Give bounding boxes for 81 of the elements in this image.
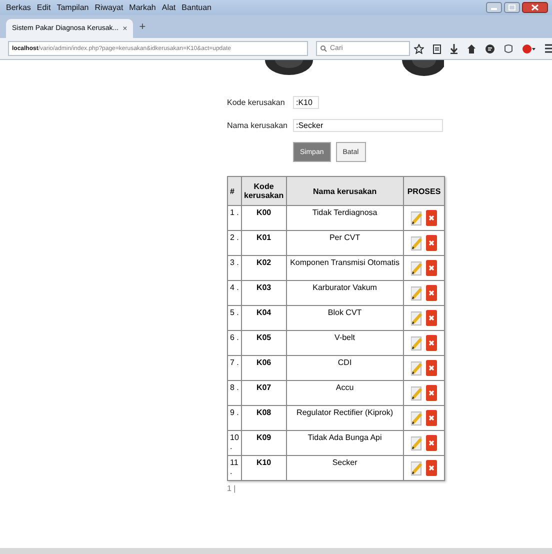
table-cell: Blok CVT — [286, 306, 404, 330]
table-cell: CDI — [286, 356, 404, 380]
pencil-icon[interactable] — [411, 210, 423, 226]
delete-icon[interactable] — [426, 460, 437, 476]
table-cell: K04 — [242, 306, 286, 330]
pencil-icon[interactable] — [411, 286, 423, 300]
text-field[interactable]: :Secker — [293, 119, 443, 132]
table-cell: K10 — [242, 456, 286, 480]
table-cell: K07 — [242, 380, 286, 406]
field-label: Kode kerusakan — [227, 98, 286, 107]
table-cell: 4 . — [228, 280, 242, 306]
menu-item[interactable]: Berkas — [6, 3, 31, 12]
column-header: # — [228, 176, 242, 206]
home-icon[interactable] — [467, 44, 476, 54]
table-cell: 2 . — [228, 230, 242, 256]
table-cell: 5 . — [228, 306, 242, 330]
table-cell: Karburator Vakum — [286, 280, 404, 306]
pencil-icon[interactable] — [411, 360, 423, 376]
delete-icon[interactable] — [426, 385, 437, 401]
delete-icon[interactable] — [426, 285, 437, 301]
delete-icon[interactable] — [426, 310, 437, 326]
table-cell: 11 . — [228, 456, 242, 480]
pencil-icon[interactable] — [411, 310, 423, 326]
table-cell: K00 — [242, 206, 286, 230]
pencil-icon[interactable] — [411, 236, 423, 250]
table-cell: K03 — [242, 280, 286, 306]
table-cell: 1 . — [228, 206, 242, 230]
menu-item[interactable]: Edit — [36, 3, 51, 12]
table-cell: 7 . — [228, 356, 242, 380]
delete-icon[interactable] — [426, 260, 437, 276]
table-cell: 9 . — [228, 406, 242, 430]
menu-item[interactable]: Alat — [162, 3, 176, 12]
star-icon[interactable] — [414, 44, 424, 54]
table-cell: K05 — [242, 330, 286, 356]
clipboard-icon[interactable] — [433, 44, 441, 54]
column-header: Nama kerusakan — [286, 176, 404, 206]
delete-icon[interactable] — [426, 410, 437, 426]
pencil-icon[interactable] — [411, 436, 423, 450]
menu-item[interactable]: Riwayat — [94, 3, 124, 12]
table-cell: 10 . — [228, 430, 242, 456]
table-cell: Komponen Transmisi Otomatis — [286, 256, 404, 280]
table-cell: K08 — [242, 406, 286, 430]
download-icon[interactable] — [450, 44, 458, 54]
pencil-icon[interactable] — [411, 386, 423, 400]
table-cell: Per CVT — [286, 230, 404, 256]
menu-item[interactable]: Tampilan — [56, 3, 89, 12]
delete-icon[interactable] — [426, 435, 437, 451]
table-cell: V-belt — [286, 330, 404, 356]
pencil-icon[interactable] — [411, 410, 423, 426]
pagination-link[interactable]: 1 | — [227, 484, 236, 493]
table-cell: Secker — [286, 456, 404, 480]
table-cell: 6 . — [228, 330, 242, 356]
column-header: Kode kerusakan — [242, 176, 286, 206]
table-cell: Tidak Terdiagnosa — [286, 206, 404, 230]
delete-icon[interactable] — [426, 235, 437, 251]
text-field[interactable]: :K10 — [293, 96, 319, 109]
table-cell: 3 . — [228, 256, 242, 280]
menu-item[interactable]: Bantuan — [182, 3, 212, 12]
menu-item[interactable]: Markah — [129, 3, 156, 12]
table-cell: K09 — [242, 430, 286, 456]
column-header: PROSES — [404, 176, 444, 206]
table-cell: K06 — [242, 356, 286, 380]
minimize-icon[interactable] — [486, 2, 502, 13]
pencil-icon[interactable] — [411, 260, 423, 276]
table-cell: Tidak Ada Bunga Api — [286, 430, 404, 456]
new-tab-button[interactable]: + — [139, 20, 146, 32]
table-cell: Regulator Rectifier (Kiprok) — [286, 406, 404, 430]
delete-icon[interactable] — [426, 360, 437, 376]
menu-icon[interactable] — [545, 44, 552, 53]
pencil-icon[interactable] — [411, 460, 423, 476]
close-icon[interactable] — [522, 2, 548, 13]
table-cell: Accu — [286, 380, 404, 406]
table-cell: K01 — [242, 230, 286, 256]
table-cell: K02 — [242, 256, 286, 280]
delete-icon[interactable] — [426, 210, 437, 226]
delete-icon[interactable] — [426, 335, 437, 351]
maximize-icon[interactable] — [504, 2, 520, 13]
table-cell: 8 . — [228, 380, 242, 406]
pencil-icon[interactable] — [411, 336, 423, 350]
field-label: Nama kerusakan — [227, 121, 288, 130]
chat-icon[interactable] — [485, 44, 495, 54]
